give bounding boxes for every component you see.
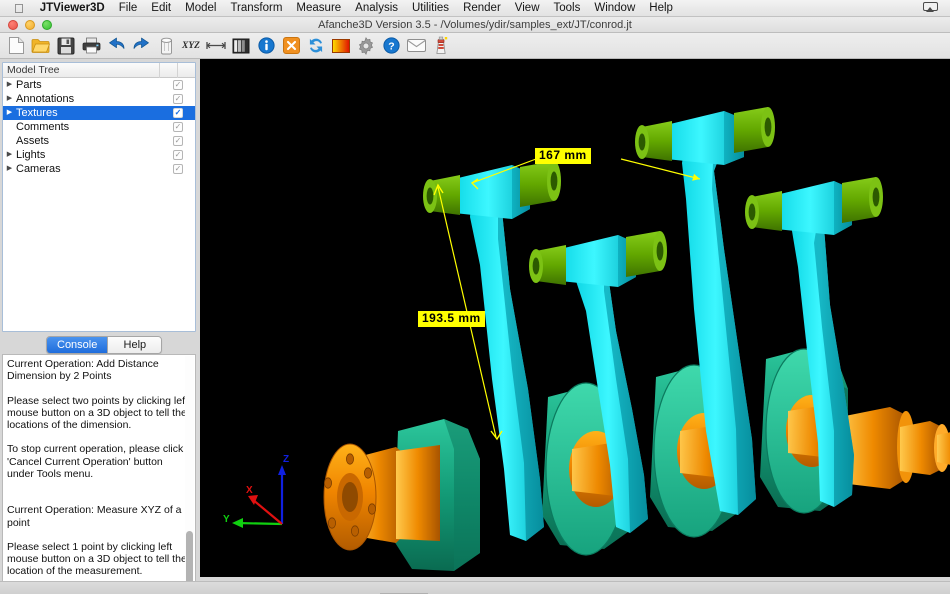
info-icon[interactable] bbox=[255, 35, 277, 57]
console-output-text: Current Operation: Add Distance Dimensio… bbox=[7, 358, 189, 594]
chevron-right-icon[interactable]: ▶ bbox=[3, 162, 16, 176]
crank-rear-journal bbox=[840, 407, 950, 489]
menu-item-utilities[interactable]: Utilities bbox=[405, 1, 456, 16]
chevron-placeholder-icon: ▶ bbox=[3, 120, 16, 134]
visibility-checkbox[interactable]: ✓ bbox=[173, 136, 183, 146]
model-tree-col-1 bbox=[159, 63, 177, 78]
mail-envelope-icon[interactable] bbox=[405, 35, 427, 57]
save-floppy-icon[interactable] bbox=[55, 35, 77, 57]
model-tree-col-2 bbox=[177, 63, 195, 78]
tree-item-cameras[interactable]: ▶ Cameras ✓ bbox=[3, 162, 195, 176]
tab-console[interactable]: Console bbox=[47, 337, 107, 353]
visibility-checkbox[interactable]: ✓ bbox=[173, 80, 183, 90]
visibility-checkbox[interactable]: ✓ bbox=[173, 150, 183, 160]
tree-item-label: Lights bbox=[16, 149, 195, 161]
visibility-checkbox[interactable]: ✓ bbox=[173, 108, 183, 118]
main-content-area: Model Tree ▶ Parts ✓ ▶ Annotations ✓ ▶ T… bbox=[0, 59, 950, 581]
airplay-icon[interactable] bbox=[923, 2, 938, 14]
svg-text:?: ? bbox=[388, 41, 394, 53]
color-gradient-icon[interactable] bbox=[330, 35, 352, 57]
model-tree-title: Model Tree bbox=[3, 64, 159, 76]
tree-item-label: Cameras bbox=[16, 163, 195, 175]
menu-item-file[interactable]: File bbox=[112, 1, 145, 16]
left-panel-column: Model Tree ▶ Parts ✓ ▶ Annotations ✓ ▶ T… bbox=[0, 59, 200, 581]
visibility-checkbox[interactable]: ✓ bbox=[173, 122, 183, 132]
refresh-icon[interactable] bbox=[305, 35, 327, 57]
axis-label-z: Z bbox=[283, 454, 289, 465]
axis-label-x: X bbox=[246, 485, 253, 496]
tree-item-label: Annotations bbox=[16, 93, 195, 105]
console-scrollbar[interactable] bbox=[185, 356, 194, 594]
trash-can-icon[interactable] bbox=[155, 35, 177, 57]
chevron-placeholder-icon: ▶ bbox=[3, 106, 16, 120]
undo-arrow-icon[interactable] bbox=[105, 35, 127, 57]
visibility-checkbox[interactable]: ✓ bbox=[173, 94, 183, 104]
console-panel[interactable]: Current Operation: Add Distance Dimensio… bbox=[2, 354, 196, 594]
console-help-tabstrip: Console Help bbox=[46, 336, 162, 354]
chevron-right-icon[interactable]: ▶ bbox=[3, 148, 16, 162]
tab-help[interactable]: Help bbox=[107, 337, 161, 353]
help-question-icon[interactable]: ? bbox=[380, 35, 402, 57]
window-title: Afanche3D Version 3.5 - /Volumes/ydir/sa… bbox=[0, 17, 950, 33]
tree-item-lights[interactable]: ▶ Lights ✓ bbox=[3, 148, 195, 162]
box-view-icon[interactable] bbox=[230, 35, 252, 57]
menu-item-render[interactable]: Render bbox=[456, 1, 508, 16]
tree-item-assets[interactable]: ▶ Assets ✓ bbox=[3, 134, 195, 148]
tree-item-label: Textures bbox=[16, 107, 195, 119]
3d-viewport[interactable]: Z Y X 167 mm 193.5 mm bbox=[200, 59, 950, 577]
axis-triad: Z Y X bbox=[223, 454, 289, 528]
menu-item-help[interactable]: Help bbox=[642, 1, 680, 16]
measure-distance-icon[interactable] bbox=[205, 35, 227, 57]
close-x-icon[interactable] bbox=[280, 35, 302, 57]
tree-item-label: Assets bbox=[16, 135, 195, 147]
window-title-bar: Afanche3D Version 3.5 - /Volumes/ydir/sa… bbox=[0, 17, 950, 33]
menu-item-measure[interactable]: Measure bbox=[289, 1, 348, 16]
gear-settings-icon[interactable] bbox=[355, 35, 377, 57]
tree-item-label: Parts bbox=[16, 79, 195, 91]
model-tree-header: Model Tree bbox=[3, 63, 195, 78]
chevron-right-icon[interactable]: ▶ bbox=[3, 92, 16, 106]
menu-item-transform[interactable]: Transform bbox=[223, 1, 289, 16]
tree-item-textures[interactable]: ▶ Textures ✓ bbox=[3, 106, 195, 120]
axis-label-y: Y bbox=[223, 514, 230, 525]
tree-item-parts[interactable]: ▶ Parts ✓ bbox=[3, 78, 195, 92]
menu-item-window[interactable]: Window bbox=[587, 1, 642, 16]
window-bottom-strip bbox=[0, 581, 950, 594]
chevron-right-icon[interactable]: ▶ bbox=[3, 78, 16, 92]
tree-item-label: Comments bbox=[16, 121, 195, 133]
menu-item-jtviewer3d[interactable]: JTViewer3D bbox=[33, 1, 112, 16]
lighthouse-icon[interactable] bbox=[430, 35, 452, 57]
menu-item-tools[interactable]: Tools bbox=[547, 1, 588, 16]
main-toolbar: XYZ ? bbox=[0, 33, 950, 59]
menu-item-analysis[interactable]: Analysis bbox=[348, 1, 405, 16]
chevron-placeholder-icon: ▶ bbox=[3, 134, 16, 148]
print-icon[interactable] bbox=[80, 35, 102, 57]
redo-arrow-icon[interactable] bbox=[130, 35, 152, 57]
menu-item-edit[interactable]: Edit bbox=[144, 1, 178, 16]
visibility-checkbox[interactable]: ✓ bbox=[173, 164, 183, 174]
application-window:  JTViewer3D File Edit Model Transform M… bbox=[0, 0, 950, 594]
menu-item-view[interactable]: View bbox=[508, 1, 547, 16]
tree-item-annotations[interactable]: ▶ Annotations ✓ bbox=[3, 92, 195, 106]
distance-dimension-label-167[interactable]: 167 mm bbox=[535, 148, 591, 164]
new-document-icon[interactable] bbox=[5, 35, 27, 57]
mac-menu-bar:  JTViewer3D File Edit Model Transform M… bbox=[0, 0, 950, 17]
crank-front-flange bbox=[324, 444, 440, 550]
menu-bar-status-area bbox=[923, 2, 944, 14]
menu-item-model[interactable]: Model bbox=[178, 1, 223, 16]
model-tree-panel[interactable]: Model Tree ▶ Parts ✓ ▶ Annotations ✓ ▶ T… bbox=[2, 62, 196, 332]
xyz-icon[interactable]: XYZ bbox=[180, 35, 202, 57]
tree-item-comments[interactable]: ▶ Comments ✓ bbox=[3, 120, 195, 134]
distance-dimension-label-193[interactable]: 193.5 mm bbox=[418, 311, 485, 327]
open-folder-icon[interactable] bbox=[30, 35, 52, 57]
apple-logo-icon[interactable]:  bbox=[14, 2, 24, 15]
crankshaft-conrod-model: Z Y X bbox=[200, 59, 950, 577]
